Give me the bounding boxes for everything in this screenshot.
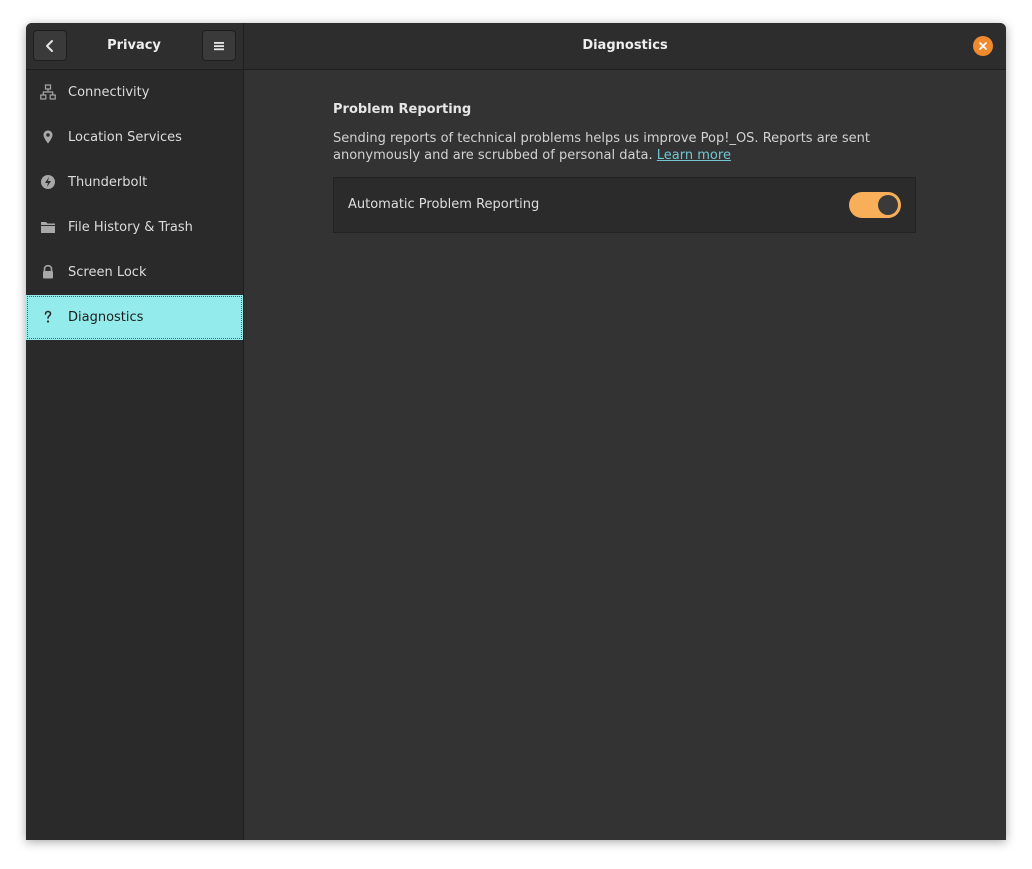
sidebar-item-label: Diagnostics xyxy=(68,310,144,325)
sidebar-item-thunderbolt[interactable]: Thunderbolt xyxy=(26,160,243,205)
sidebar-item-label: Connectivity xyxy=(68,85,150,100)
learn-more-link[interactable]: Learn more xyxy=(657,148,731,163)
lock-icon xyxy=(40,264,56,280)
sidebar-item-location-services[interactable]: Location Services xyxy=(26,115,243,160)
thunderbolt-icon xyxy=(40,174,56,190)
sidebar-item-diagnostics[interactable]: Diagnostics xyxy=(26,295,243,340)
settings-window: Privacy Diagnostics Connectivity Locatio… xyxy=(26,23,1006,840)
main-content: Problem Reporting Sending reports of tec… xyxy=(244,70,1006,840)
close-icon xyxy=(979,42,987,50)
sidebar-header: Privacy xyxy=(26,23,244,69)
sidebar-item-screen-lock[interactable]: Screen Lock xyxy=(26,250,243,295)
sidebar-item-label: Location Services xyxy=(68,130,182,145)
sidebar-item-label: Thunderbolt xyxy=(68,175,148,190)
menu-button[interactable] xyxy=(202,30,236,61)
network-icon xyxy=(40,84,56,100)
toggle-knob xyxy=(878,195,898,215)
sidebar-item-connectivity[interactable]: Connectivity xyxy=(26,70,243,115)
question-icon xyxy=(40,309,56,325)
folder-icon xyxy=(40,219,56,235)
row-label: Automatic Problem Reporting xyxy=(348,197,540,212)
sidebar-item-label: Screen Lock xyxy=(68,265,147,280)
description-text: Sending reports of technical problems he… xyxy=(333,131,870,163)
back-button[interactable] xyxy=(33,30,67,61)
close-button[interactable] xyxy=(973,36,993,56)
section-description: Sending reports of technical problems he… xyxy=(333,130,873,164)
sidebar-title: Privacy xyxy=(107,38,161,53)
section-title: Problem Reporting xyxy=(333,102,472,117)
automatic-problem-reporting-row: Automatic Problem Reporting xyxy=(333,177,916,233)
header-bar: Privacy Diagnostics xyxy=(26,23,1006,70)
hamburger-menu-icon xyxy=(214,41,224,50)
sidebar: Connectivity Location Services Thunderbo… xyxy=(26,70,244,840)
map-pin-icon xyxy=(40,129,56,145)
sidebar-item-label: File History & Trash xyxy=(68,220,193,235)
chevron-left-icon xyxy=(46,39,53,52)
automatic-problem-reporting-toggle[interactable] xyxy=(849,192,901,218)
sidebar-item-file-history-trash[interactable]: File History & Trash xyxy=(26,205,243,250)
page-title: Diagnostics xyxy=(582,38,668,53)
